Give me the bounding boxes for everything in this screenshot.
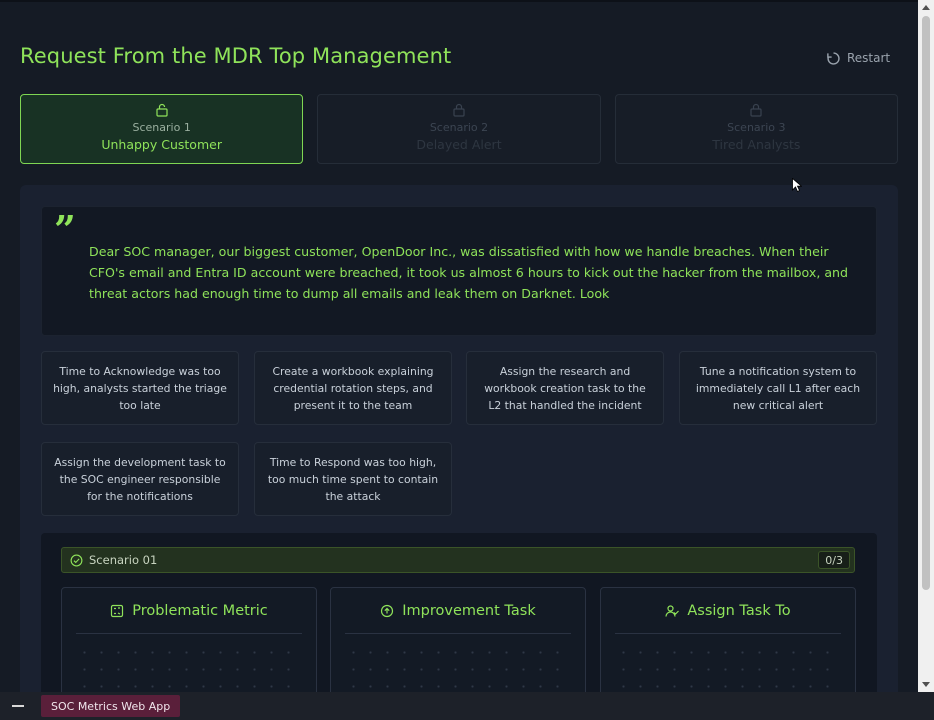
drop-zone-assign-task-to[interactable]: Assign Task To xyxy=(600,587,856,692)
draggable-card[interactable]: Assign the research and workbook creatio… xyxy=(466,351,664,425)
scenario-panel: ” Dear SOC manager, our biggest customer… xyxy=(20,185,898,692)
scroll-thumb[interactable] xyxy=(922,16,930,590)
minimize-icon[interactable] xyxy=(12,705,24,707)
drop-target-grid xyxy=(76,644,302,692)
quote-icon: ” xyxy=(54,207,76,252)
scenario-header: Scenario 01 0/3 xyxy=(61,547,855,573)
tab-number: Scenario 1 xyxy=(132,121,191,134)
quote-text: Dear SOC manager, our biggest customer, … xyxy=(89,244,849,301)
draggable-card[interactable]: Time to Acknowledge was too high, analys… xyxy=(41,351,239,425)
management-quote: ” Dear SOC manager, our biggest customer… xyxy=(41,206,877,336)
app-viewport: Request From the MDR Top Management Rest… xyxy=(0,0,918,692)
tab-name: Unhappy Customer xyxy=(101,137,222,152)
drop-target-grid xyxy=(345,644,571,692)
scenario-label: Scenario 01 xyxy=(89,553,158,567)
column-title: Improvement Task xyxy=(402,602,536,619)
metric-icon xyxy=(111,604,124,617)
lock-icon xyxy=(750,103,762,117)
drop-target-grid xyxy=(615,644,841,692)
progress-counter: 0/3 xyxy=(818,551,850,569)
column-title: Problematic Metric xyxy=(132,602,268,619)
scroll-down-icon[interactable] xyxy=(922,682,930,687)
unlock-icon xyxy=(156,103,168,117)
restart-icon xyxy=(827,51,840,65)
tab-name: Delayed Alert xyxy=(416,137,502,152)
restart-label: Restart xyxy=(847,51,891,65)
tab-scenario-3[interactable]: Scenario 3 Tired Analysts xyxy=(614,94,898,164)
page-title: Request From the MDR Top Management xyxy=(20,44,452,68)
column-title: Assign Task To xyxy=(687,602,791,619)
tab-number: Scenario 3 xyxy=(727,121,786,134)
restart-button[interactable]: Restart xyxy=(826,48,890,68)
taskbar: SOC Metrics Web App xyxy=(0,692,934,720)
scroll-up-icon[interactable] xyxy=(922,5,930,10)
tab-name: Tired Analysts xyxy=(712,137,801,152)
draggable-card[interactable]: Assign the development task to the SOC e… xyxy=(41,442,239,516)
mouse-cursor-icon xyxy=(792,178,802,193)
tab-scenario-2[interactable]: Scenario 2 Delayed Alert xyxy=(317,94,601,164)
column-header: Problematic Metric xyxy=(76,588,302,634)
user-icon xyxy=(665,604,680,617)
draggable-card[interactable]: Tune a notification system to immediatel… xyxy=(679,351,877,425)
column-header: Improvement Task xyxy=(345,588,571,634)
drop-zone-problematic-metric[interactable]: Problematic Metric xyxy=(61,587,317,692)
taskbar-app-button[interactable]: SOC Metrics Web App xyxy=(41,695,181,717)
column-header: Assign Task To xyxy=(615,588,841,634)
draggable-card[interactable]: Time to Respond was too high, too much t… xyxy=(254,442,452,516)
lock-icon xyxy=(453,103,465,117)
vertical-scrollbar[interactable] xyxy=(918,0,934,692)
scenario-drop-area: Scenario 01 0/3 Problematic Metric Impro… xyxy=(41,533,877,692)
tab-number: Scenario 2 xyxy=(429,121,489,134)
drop-zone-improvement-task[interactable]: Improvement Task xyxy=(330,587,586,692)
tab-scenario-1[interactable]: Scenario 1 Unhappy Customer xyxy=(20,94,304,164)
top-border xyxy=(0,0,918,2)
check-circle-icon xyxy=(70,554,83,566)
draggable-card[interactable]: Create a workbook explaining credential … xyxy=(254,351,452,425)
task-icon xyxy=(381,604,394,617)
scenario-tabs: Scenario 1 Unhappy Customer Scenario 2 D… xyxy=(20,94,898,164)
